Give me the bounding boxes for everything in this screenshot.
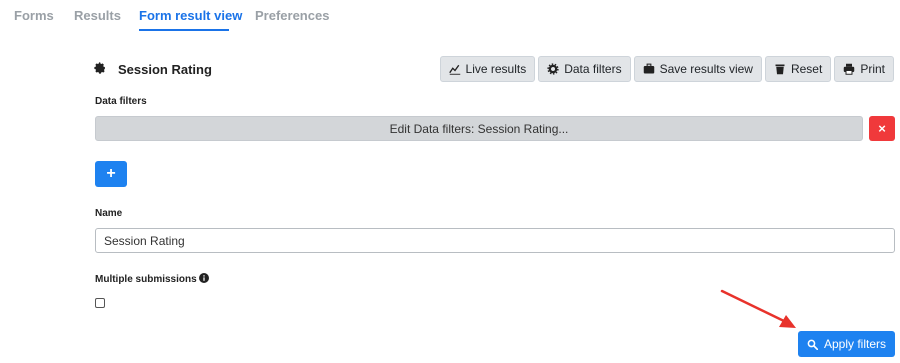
annotation-arrow-icon xyxy=(720,289,796,328)
add-filter-button[interactable]: + xyxy=(95,161,127,187)
apply-filters-label: Apply filters xyxy=(823,337,887,351)
name-input[interactable] xyxy=(95,228,895,253)
multiple-submissions-label: Multiple submissions xyxy=(95,274,197,285)
name-label: Name xyxy=(95,208,123,219)
tab-preferences[interactable]: Preferences xyxy=(255,8,329,23)
tab-results[interactable]: Results xyxy=(74,8,121,23)
toolbar: Live results Data filters Save results v… xyxy=(437,56,894,82)
reset-button[interactable]: Reset xyxy=(764,56,832,82)
print-label: Print xyxy=(860,62,885,76)
gear-icon xyxy=(547,63,559,75)
tab-bar: Forms Results Form result view Preferenc… xyxy=(0,0,900,32)
tab-forms[interactable]: Forms xyxy=(14,8,54,23)
printer-icon xyxy=(844,63,855,75)
reset-label: Reset xyxy=(790,62,823,76)
page-title: Session Rating xyxy=(118,62,212,77)
data-filters-heading: Data filters xyxy=(95,96,147,107)
tab-form-result-view[interactable]: Form result view xyxy=(139,8,242,23)
briefcase-icon xyxy=(643,63,654,74)
chart-line-icon xyxy=(448,64,460,75)
save-results-view-button[interactable]: Save results view xyxy=(633,56,762,82)
save-results-view-label: Save results view xyxy=(659,62,753,76)
data-filters-button[interactable]: Data filters xyxy=(538,56,631,82)
apply-filters-button[interactable]: Apply filters xyxy=(798,331,895,357)
live-results-button[interactable]: Live results xyxy=(439,56,536,82)
live-results-label: Live results xyxy=(465,62,527,76)
info-icon[interactable] xyxy=(199,273,209,283)
edit-data-filters-button[interactable]: Edit Data filters: Session Rating... xyxy=(95,116,863,141)
trash-icon xyxy=(775,64,785,75)
multiple-submissions-checkbox[interactable] xyxy=(95,298,105,308)
gear-icon xyxy=(94,62,105,74)
active-tab-indicator xyxy=(139,29,229,31)
print-button[interactable]: Print xyxy=(834,56,894,82)
data-filters-label: Data filters xyxy=(564,62,622,76)
remove-filter-button[interactable]: × xyxy=(869,116,895,141)
search-icon xyxy=(807,339,818,350)
